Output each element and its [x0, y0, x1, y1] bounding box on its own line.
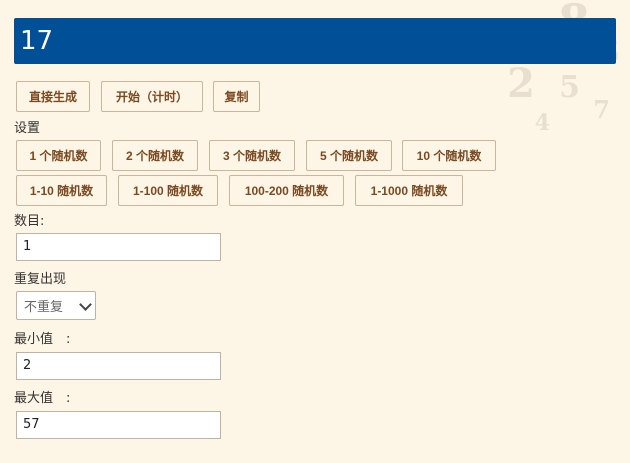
range-1-10-button[interactable]: 1-10 随机数: [16, 175, 107, 206]
direct-generate-button[interactable]: 直接生成: [16, 81, 90, 112]
range-1-100-button[interactable]: 1-100 随机数: [118, 175, 218, 206]
count-input[interactable]: 1: [16, 233, 221, 261]
settings-heading: 设置: [14, 121, 41, 136]
repeat-select-value: 不重复: [24, 300, 64, 315]
preset-1-button[interactable]: 1 个随机数: [16, 140, 101, 171]
result-display: 17: [14, 18, 616, 64]
preset-3-button[interactable]: 3 个随机数: [209, 140, 295, 171]
max-label: 最大值 :: [14, 391, 71, 406]
random-number-page: 8 3 2 5 7 4 17 直接生成 开始（计时） 复制 设置 1 个随机数 …: [0, 0, 630, 463]
chevron-down-icon: [79, 298, 92, 311]
repeat-label: 重复出现: [14, 272, 67, 287]
preset-10-button[interactable]: 10 个随机数: [402, 140, 496, 171]
min-input[interactable]: 2: [16, 352, 221, 380]
repeat-select[interactable]: 不重复: [16, 291, 96, 320]
max-input[interactable]: 57: [16, 411, 221, 439]
preset-2-button[interactable]: 2 个随机数: [112, 140, 198, 171]
count-label: 数目:: [14, 214, 45, 229]
start-timer-button[interactable]: 开始（计时）: [101, 81, 203, 112]
range-1-1000-button[interactable]: 1-1000 随机数: [355, 175, 463, 206]
min-label: 最小值 :: [14, 332, 71, 347]
preset-5-button[interactable]: 5 个随机数: [306, 140, 392, 171]
copy-button[interactable]: 复制: [213, 81, 260, 112]
range-100-200-button[interactable]: 100-200 随机数: [229, 175, 344, 206]
